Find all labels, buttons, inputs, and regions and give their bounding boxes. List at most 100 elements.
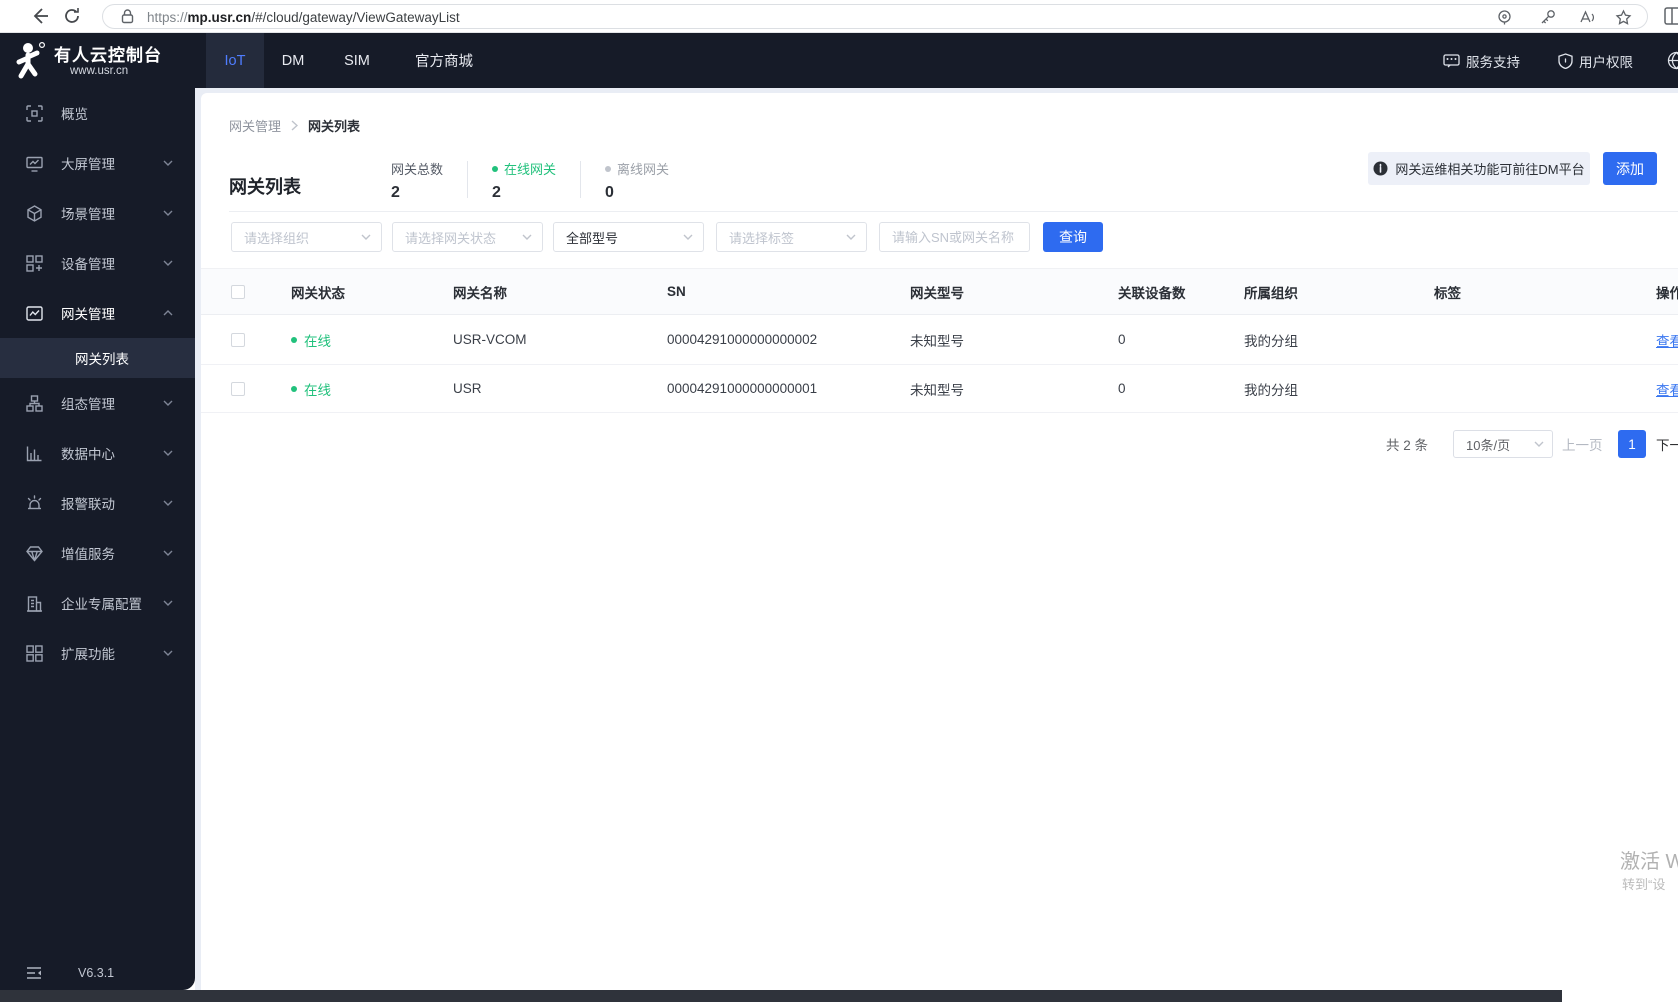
back-icon[interactable] bbox=[30, 6, 50, 26]
page-size-value: 10条/页 bbox=[1466, 437, 1511, 453]
select-chevron-icon bbox=[522, 234, 532, 240]
stat-total-value: 2 bbox=[391, 184, 400, 201]
sidebar-item-gateway[interactable]: 网关管理 bbox=[0, 288, 195, 338]
sidebar-item-alarm[interactable]: 报警联动 bbox=[0, 478, 195, 528]
browser-panel-icon[interactable] bbox=[1664, 6, 1678, 26]
language-switch[interactable] bbox=[1667, 51, 1678, 70]
table-header: 网关状态 网关名称 SN 网关型号 关联设备数 所属组织 标签 操作 bbox=[201, 268, 1678, 315]
model-select[interactable]: 全部型号 bbox=[553, 222, 704, 252]
key-icon[interactable] bbox=[1539, 9, 1556, 26]
pagination: 共 2 条 10条/页 上一页 1 下一页 bbox=[201, 430, 1678, 458]
breadcrumb: 网关管理 网关列表 bbox=[229, 111, 360, 139]
tab-mall[interactable]: 官方商城 bbox=[392, 33, 496, 88]
logo-person-icon bbox=[16, 41, 46, 79]
url-path: /#/cloud/gateway/ViewGatewayList bbox=[251, 10, 460, 25]
org-select-placeholder: 请选择组织 bbox=[244, 230, 310, 246]
sidebar-item-extension[interactable]: 扩展功能 bbox=[0, 628, 195, 678]
col-org: 所属组织 bbox=[1244, 285, 1298, 301]
page-title: 网关列表 bbox=[229, 177, 301, 197]
view-link[interactable]: 查看 bbox=[1656, 330, 1678, 350]
table-row: 在线 USR-VCOM 00004291000000000002 未知型号 0 … bbox=[201, 315, 1678, 365]
user-permission[interactable]: 用户权限 bbox=[1558, 51, 1633, 71]
chevron-down-icon bbox=[163, 500, 173, 506]
service-support[interactable]: 服务支持 bbox=[1443, 51, 1520, 71]
col-tag: 标签 bbox=[1434, 285, 1461, 301]
star-icon[interactable] bbox=[1615, 9, 1632, 26]
tag-select-placeholder: 请选择标签 bbox=[729, 230, 795, 246]
row-checkbox[interactable] bbox=[231, 332, 245, 347]
screen-icon bbox=[26, 156, 43, 172]
col-name: 网关名称 bbox=[453, 285, 507, 301]
collapse-sidebar-icon[interactable] bbox=[26, 966, 42, 980]
gateway-devices: 0 bbox=[1118, 381, 1126, 396]
refresh-icon[interactable] bbox=[62, 6, 82, 26]
read-aloud-icon[interactable] bbox=[1579, 9, 1596, 26]
stat-offline: 离线网关 0 bbox=[605, 159, 669, 202]
tab-sim[interactable]: SIM bbox=[322, 33, 392, 88]
org-select[interactable]: 请选择组织 bbox=[231, 222, 382, 252]
page-size-select[interactable]: 10条/页 bbox=[1453, 430, 1553, 458]
add-gateway-button[interactable]: 添加 bbox=[1603, 152, 1657, 185]
gateway-sn: 00004291000000000002 bbox=[667, 332, 818, 347]
user-permission-label: 用户权限 bbox=[1579, 54, 1633, 70]
select-chevron-icon bbox=[1534, 441, 1544, 447]
model-select-value: 全部型号 bbox=[566, 230, 619, 246]
globe-icon bbox=[1667, 51, 1678, 70]
gateway-org: 我的分组 bbox=[1244, 382, 1298, 398]
status-badge: 在线 bbox=[291, 379, 331, 399]
select-chevron-icon bbox=[361, 234, 371, 240]
version-label: V6.3.1 bbox=[78, 966, 115, 980]
sidebar-label: 大屏管理 bbox=[61, 157, 115, 172]
sidebar-label: 设备管理 bbox=[61, 257, 115, 272]
col-sn: SN bbox=[667, 284, 686, 299]
gem-icon bbox=[26, 545, 43, 562]
row-checkbox[interactable] bbox=[231, 381, 245, 396]
tab-dm[interactable]: DM bbox=[264, 33, 322, 88]
sidebar-label: 组态管理 bbox=[61, 397, 115, 412]
sidebar-item-screen[interactable]: 大屏管理 bbox=[0, 138, 195, 188]
sidebar: 概览 大屏管理 场景管理 设备管理 网关管理 网关列表 组态管理 数据中心 报警… bbox=[0, 88, 195, 990]
taskbar-strip bbox=[0, 990, 1562, 1002]
sidebar-item-scene[interactable]: 场景管理 bbox=[0, 188, 195, 238]
status-badge: 在线 bbox=[291, 330, 331, 350]
tab-iot[interactable]: IoT bbox=[206, 33, 264, 88]
sidebar-item-overview[interactable]: 概览 bbox=[0, 88, 195, 138]
tag-select[interactable]: 请选择标签 bbox=[716, 222, 867, 252]
sidebar-item-data[interactable]: 数据中心 bbox=[0, 428, 195, 478]
stat-online: 在线网关 2 bbox=[492, 159, 556, 202]
logo[interactable]: 有人云控制台 www.usr.cn bbox=[12, 33, 202, 88]
chat-icon bbox=[1443, 53, 1460, 67]
view-link[interactable]: 查看 bbox=[1656, 379, 1678, 399]
status-select[interactable]: 请选择网关状态 bbox=[392, 222, 543, 252]
address-bar[interactable]: https://mp.usr.cn/#/cloud/gateway/ViewGa… bbox=[102, 4, 1648, 29]
windows-watermark-line2: 转到“设 bbox=[1622, 877, 1666, 892]
sidebar-item-value-service[interactable]: 增值服务 bbox=[0, 528, 195, 578]
query-button[interactable]: 查询 bbox=[1043, 222, 1103, 252]
sidebar-item-config[interactable]: 组态管理 bbox=[0, 378, 195, 428]
select-all-checkbox[interactable] bbox=[231, 284, 245, 299]
sn-search-input[interactable] bbox=[879, 222, 1030, 252]
app-header: 有人云控制台 www.usr.cn IoT DM SIM 官方商城 服务支持 用… bbox=[0, 33, 1678, 88]
stat-online-value: 2 bbox=[492, 184, 501, 201]
lock-icon[interactable] bbox=[119, 8, 136, 25]
sidebar-item-enterprise[interactable]: 企业专属配置 bbox=[0, 578, 195, 628]
scene-icon bbox=[27, 204, 42, 222]
sidebar-item-gateway-list[interactable]: 网关列表 bbox=[0, 338, 195, 378]
chevron-down-icon bbox=[163, 210, 173, 216]
url-scheme: https:// bbox=[147, 10, 188, 25]
data-icon bbox=[26, 446, 42, 461]
breadcrumb-current: 网关列表 bbox=[308, 118, 361, 134]
breadcrumb-parent[interactable]: 网关管理 bbox=[229, 116, 281, 135]
sidebar-item-device[interactable]: 设备管理 bbox=[0, 238, 195, 288]
next-page-button[interactable]: 下一页 bbox=[1656, 430, 1678, 458]
gateway-model: 未知型号 bbox=[910, 333, 964, 349]
chevron-down-icon bbox=[163, 600, 173, 606]
current-page-button[interactable]: 1 bbox=[1618, 430, 1646, 458]
url-text[interactable]: https://mp.usr.cn/#/cloud/gateway/ViewGa… bbox=[147, 10, 460, 25]
breadcrumb-chevron-icon bbox=[291, 119, 299, 131]
select-chevron-icon bbox=[683, 234, 693, 240]
online-dot bbox=[492, 165, 499, 172]
sidebar-footer: V6.3.1 bbox=[0, 958, 195, 988]
prev-page-button[interactable]: 上一页 bbox=[1562, 430, 1603, 458]
location-icon[interactable] bbox=[1496, 9, 1513, 26]
